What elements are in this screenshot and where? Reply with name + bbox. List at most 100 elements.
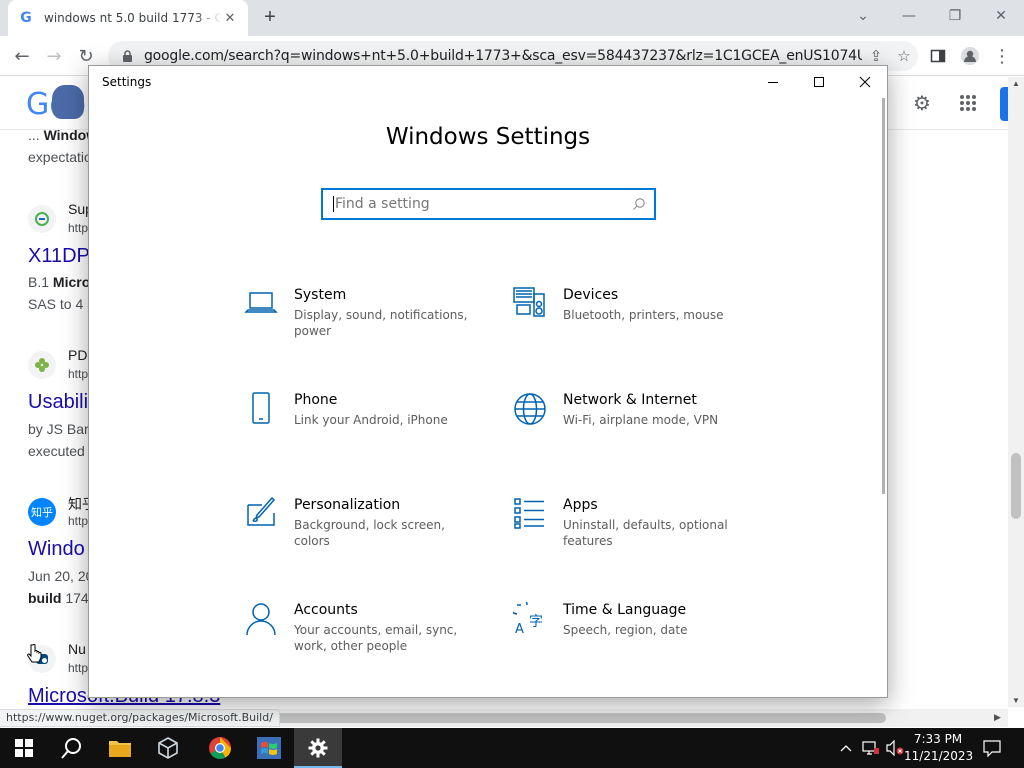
zhihu-favicon-icon: 知乎	[28, 498, 56, 526]
category-description: Link your Android, iPhone	[294, 413, 448, 427]
virtualbox-icon[interactable]	[144, 728, 192, 768]
result-snippet: ... Window	[28, 127, 98, 143]
settings-category-personalization[interactable]: Personalization Background, lock screen,…	[244, 496, 504, 577]
settings-scrollbar[interactable]	[882, 98, 885, 494]
result-snippet: Jun 20, 20	[28, 568, 94, 584]
result-snippet: executed	[28, 443, 85, 459]
settings-window-title: Settings	[102, 75, 152, 89]
notification-center-icon[interactable]	[978, 728, 1006, 768]
category-name: Phone	[294, 392, 338, 408]
tab-search-icon[interactable]: ⌄	[840, 0, 886, 32]
link-status-bubble: https://www.nuget.org/packages/Microsoft…	[0, 709, 280, 727]
windows-app-icon[interactable]	[245, 728, 293, 768]
category-name: Network & Internet	[563, 392, 697, 408]
settings-category-accounts[interactable]: Accounts Your accounts, email, sync, wor…	[244, 602, 504, 682]
browser-menu-icon[interactable]: ⋮	[990, 44, 1014, 68]
page-hscroll-thumb[interactable]	[220, 713, 886, 723]
text-caret	[333, 196, 334, 212]
settings-maximize-button[interactable]	[796, 66, 842, 98]
tab-close-icon[interactable]: ✕	[222, 10, 238, 26]
result-site-name: PD	[68, 347, 88, 363]
speaker-muted-icon[interactable]	[884, 728, 906, 768]
settings-category-time-language[interactable]: A字 Time & Language Speech, region, date	[508, 595, 773, 682]
settings-category-system[interactable]: System Display, sound, notifications, po…	[244, 287, 504, 367]
category-description: Speech, region, date	[563, 623, 688, 637]
back-button[interactable]: ←	[10, 44, 34, 68]
lock-icon	[120, 49, 134, 63]
browser-restore-button[interactable]: ❐	[932, 0, 978, 32]
settings-category-apps[interactable]: Apps Uninstall, defaults, optional featu…	[513, 497, 773, 577]
search-icon[interactable]	[48, 728, 96, 768]
bookmark-star-icon[interactable]: ☆	[890, 42, 918, 70]
devices-icon	[513, 287, 547, 321]
browser-tab-active[interactable]: G windows nt 5.0 build 1773 - Google Sea…	[8, 0, 248, 36]
settings-window: Settings Windows Settings System Display…	[88, 65, 888, 698]
profile-avatar-icon[interactable]	[958, 44, 982, 68]
svg-text:字: 字	[529, 614, 543, 630]
result-title-link[interactable]: Windo	[28, 538, 85, 561]
category-name: Time & Language	[563, 602, 687, 618]
google-apps-icon[interactable]	[956, 91, 980, 115]
settings-titlebar[interactable]: Settings	[89, 66, 887, 98]
category-name: Personalization	[294, 497, 401, 513]
settings-close-button[interactable]	[842, 66, 888, 98]
taskbar-clock[interactable]: 7:33 PM 11/21/2023	[904, 731, 974, 765]
result-url: http	[68, 661, 89, 675]
settings-minimize-button[interactable]	[750, 66, 796, 98]
clock-date: 11/21/2023	[904, 749, 974, 763]
new-tab-button[interactable]: +	[258, 6, 282, 30]
time-language-icon: A字	[508, 595, 547, 637]
settings-search-input[interactable]	[335, 196, 624, 212]
category-description: Uninstall, defaults, optional features	[563, 518, 728, 548]
category-name: System	[294, 287, 347, 303]
result-title-link[interactable]: X11DP	[28, 245, 90, 268]
site-favicon-icon	[28, 205, 56, 233]
svg-text:A: A	[515, 622, 524, 636]
result-url: http	[68, 514, 89, 528]
result-snippet: SAS to 4 S	[28, 296, 97, 312]
browser-close-button[interactable]: ✕	[978, 0, 1024, 32]
page-vertical-scrollbar[interactable]: ▲ ▼	[1008, 77, 1024, 707]
category-name: Devices	[563, 287, 619, 303]
category-description: Background, lock screen, colors	[294, 518, 445, 548]
result-url: http	[68, 221, 89, 235]
chrome-icon[interactable]	[196, 728, 244, 768]
file-explorer-icon[interactable]	[96, 728, 144, 768]
google-favicon-icon: G	[20, 10, 32, 26]
person-icon	[244, 602, 278, 636]
category-description: Your accounts, email, sync, work, other …	[294, 623, 458, 653]
doodle-avatar	[52, 85, 84, 119]
hand-cursor-icon	[26, 643, 42, 666]
result-snippet: build 174	[28, 590, 89, 606]
result-title-link[interactable]: Usabili	[28, 391, 88, 414]
laptop-icon	[244, 287, 278, 321]
network-icon[interactable]	[860, 728, 882, 768]
result-snippet: B.1 Micro	[28, 274, 91, 290]
globe-icon	[513, 392, 547, 426]
browser-minimize-button[interactable]: —	[886, 0, 932, 32]
tray-overflow-chevron-icon[interactable]	[836, 728, 856, 768]
settings-search-box[interactable]	[321, 188, 656, 220]
settings-category-phone[interactable]: Phone Link your Android, iPhone	[244, 392, 504, 472]
category-description: Display, sound, notifications, power	[294, 308, 468, 338]
sign-in-button[interactable]	[1000, 87, 1008, 121]
result-snippet: by JS Bar	[28, 421, 89, 437]
settings-category-network[interactable]: Network & Internet Wi-Fi, airplane mode,…	[513, 392, 773, 472]
settings-heading: Windows Settings	[385, 124, 591, 150]
result-url: http	[68, 367, 89, 381]
browser-tab-strip: G windows nt 5.0 build 1773 - Google Sea…	[0, 0, 1024, 36]
category-name: Accounts	[294, 602, 358, 618]
category-description: Bluetooth, printers, mouse	[563, 308, 724, 322]
side-panel-icon[interactable]	[926, 44, 950, 68]
forward-button[interactable]: →	[42, 44, 66, 68]
apps-list-icon	[513, 497, 547, 531]
result-site-name: Nu	[68, 641, 86, 657]
paintbrush-icon	[244, 496, 278, 531]
page-scroll-thumb[interactable]	[1011, 453, 1021, 519]
category-name: Apps	[563, 497, 598, 513]
settings-gear-icon[interactable]: ⚙	[910, 91, 934, 115]
windows-taskbar: 7:33 PM 11/21/2023	[0, 728, 1024, 768]
settings-category-devices[interactable]: Devices Bluetooth, printers, mouse	[513, 287, 773, 367]
settings-gear-icon[interactable]	[294, 728, 342, 768]
start-icon[interactable]	[0, 728, 48, 768]
